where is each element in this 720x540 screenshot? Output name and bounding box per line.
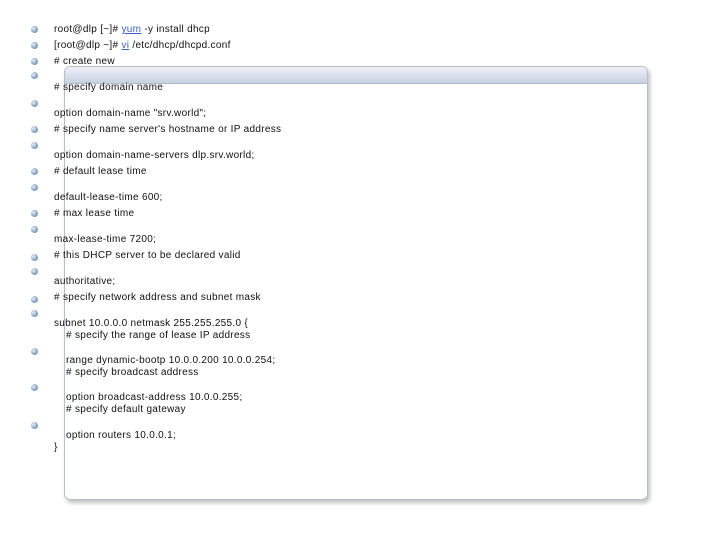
bullet-icon [31, 168, 38, 175]
bullet-icon [31, 26, 38, 33]
code-line: range dynamic-bootp 10.0.0.200 10.0.0.25… [66, 355, 276, 366]
code-line-closing-brace: } [54, 442, 58, 453]
command-args: /etc/dhcp/dhcpd.conf [129, 40, 231, 51]
code-line: # specify network address and subnet mas… [54, 292, 261, 303]
code-line: # specify the range of lease IP address [66, 330, 251, 341]
code-line-install: root@dlp [~]# yum -y install dhcp [54, 24, 210, 36]
yum-link[interactable]: yum [121, 24, 141, 35]
bullet-icon [31, 226, 38, 233]
bullet-icon [31, 58, 38, 65]
code-line: # specify domain name [54, 82, 164, 93]
bullet-icon [31, 142, 38, 149]
bullet-icon [31, 254, 38, 261]
bullet-icon [31, 210, 38, 217]
bullet-icon [31, 184, 38, 191]
bullet-icon [31, 100, 38, 107]
bullet-icon [31, 42, 38, 49]
code-line: # max lease time [54, 208, 135, 219]
code-line: default-lease-time 600; [54, 192, 163, 203]
code-line-edit: [root@dlp ~]# vi /etc/dhcp/dhcpd.conf [54, 40, 231, 52]
bullet-icon [31, 268, 38, 275]
prompt-text: root@dlp [~]# [54, 24, 122, 35]
code-line: authoritative; [54, 276, 116, 287]
bullet-icon [31, 72, 38, 79]
code-line: subnet 10.0.0.0 netmask 255.255.255.0 { [54, 318, 249, 329]
bullet-icon [31, 422, 38, 429]
code-line: # specify name server's hostname or IP a… [54, 124, 282, 135]
bullet-icon [31, 384, 38, 391]
code-line: # specify default gateway [66, 404, 186, 415]
code-line: option broadcast-address 10.0.0.255; [66, 392, 243, 403]
code-line: option routers 10.0.0.1; [66, 430, 177, 441]
bullet-icon [31, 296, 38, 303]
code-line: # default lease time [54, 166, 147, 177]
code-line: # this DHCP server to be declared valid [54, 250, 241, 261]
bullet-icon [31, 310, 38, 317]
code-line: # create new [54, 56, 115, 67]
code-line: max-lease-time 7200; [54, 234, 157, 245]
prompt-text: [root@dlp ~]# [54, 40, 122, 51]
bullet-icon [31, 126, 38, 133]
command-args: -y install dhcp [141, 24, 210, 35]
code-line: option domain-name-servers dlp.srv.world… [54, 150, 255, 161]
code-line: option domain-name "srv.world"; [54, 108, 207, 119]
code-line: # specify broadcast address [66, 367, 199, 378]
bullet-icon [31, 348, 38, 355]
